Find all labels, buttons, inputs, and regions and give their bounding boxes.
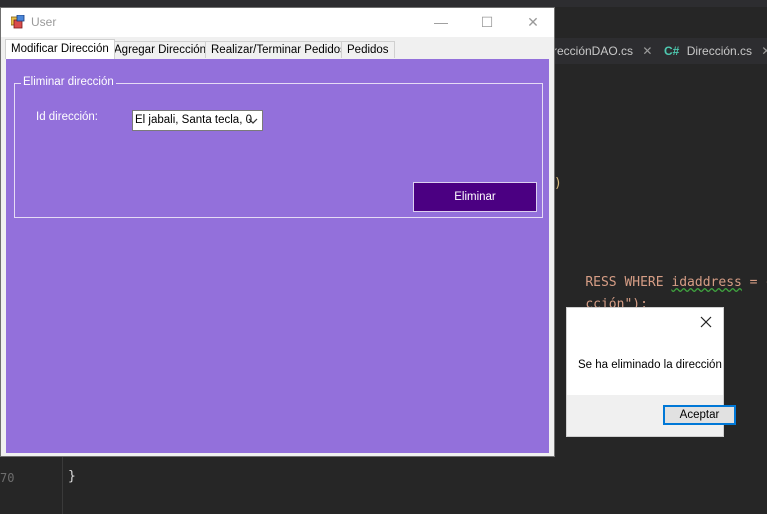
- maximize-button[interactable]: ☐: [464, 8, 510, 37]
- tab-pedidos[interactable]: Pedidos: [341, 41, 395, 58]
- message-footer: Aceptar: [567, 395, 736, 436]
- csharp-file-icon: C#: [664, 44, 680, 58]
- line-number: 70: [0, 471, 15, 485]
- ide-tab-label: Dirección.cs: [686, 44, 753, 58]
- combobox-value: El jabali, Santa tecla, 0: [135, 114, 252, 126]
- ide-tab-label: recciónDAO.cs: [553, 44, 634, 58]
- chevron-down-icon[interactable]: [247, 111, 259, 130]
- tab-modificar-direccion[interactable]: Modificar Dirección: [5, 39, 115, 59]
- tab-realizar-terminar-pedidos[interactable]: Realizar/Terminar Pedidos: [205, 41, 352, 58]
- close-button[interactable]: ✕: [510, 8, 556, 37]
- message-text: Se ha eliminado la dirección: [578, 359, 722, 371]
- app-icon: [11, 15, 25, 29]
- eliminar-button[interactable]: Eliminar: [413, 182, 537, 212]
- id-direccion-label: Id dirección:: [36, 111, 99, 123]
- code-sql-column: idaddress: [671, 275, 742, 290]
- close-icon[interactable]: [695, 311, 717, 333]
- groupbox-title: Eliminar dirección: [21, 76, 116, 88]
- minimize-button[interactable]: —: [418, 8, 464, 37]
- close-icon[interactable]: ✕: [642, 44, 652, 58]
- aceptar-button[interactable]: Aceptar: [663, 405, 736, 425]
- window-title: User: [31, 15, 57, 29]
- code-brace: }: [68, 469, 76, 484]
- close-icon[interactable]: ✕: [761, 44, 767, 58]
- ide-tab-direccion[interactable]: C# Dirección.cs ✕: [664, 42, 767, 60]
- tab-agregar-direccion[interactable]: Agregar Dirección: [108, 41, 213, 58]
- user-window: User — ☐ ✕ Modificar Dirección Agregar D…: [0, 7, 555, 457]
- id-direccion-combobox[interactable]: El jabali, Santa tecla, 0: [132, 110, 263, 131]
- code-paren: ): [554, 176, 562, 191]
- tab-page-modificar: Eliminar dirección Id dirección: El jaba…: [6, 59, 549, 453]
- message-box: Se ha eliminado la dirección Aceptar: [566, 307, 736, 437]
- title-bar: User — ☐ ✕: [1, 8, 554, 37]
- code-sql-rest: = {: [749, 275, 767, 290]
- ide-tab-direccion-dao[interactable]: recciónDAO.cs ✕: [553, 42, 652, 60]
- groupbox-eliminar-direccion: Eliminar dirección Id dirección: El jaba…: [14, 76, 543, 218]
- ide-top-bar: [0, 0, 767, 7]
